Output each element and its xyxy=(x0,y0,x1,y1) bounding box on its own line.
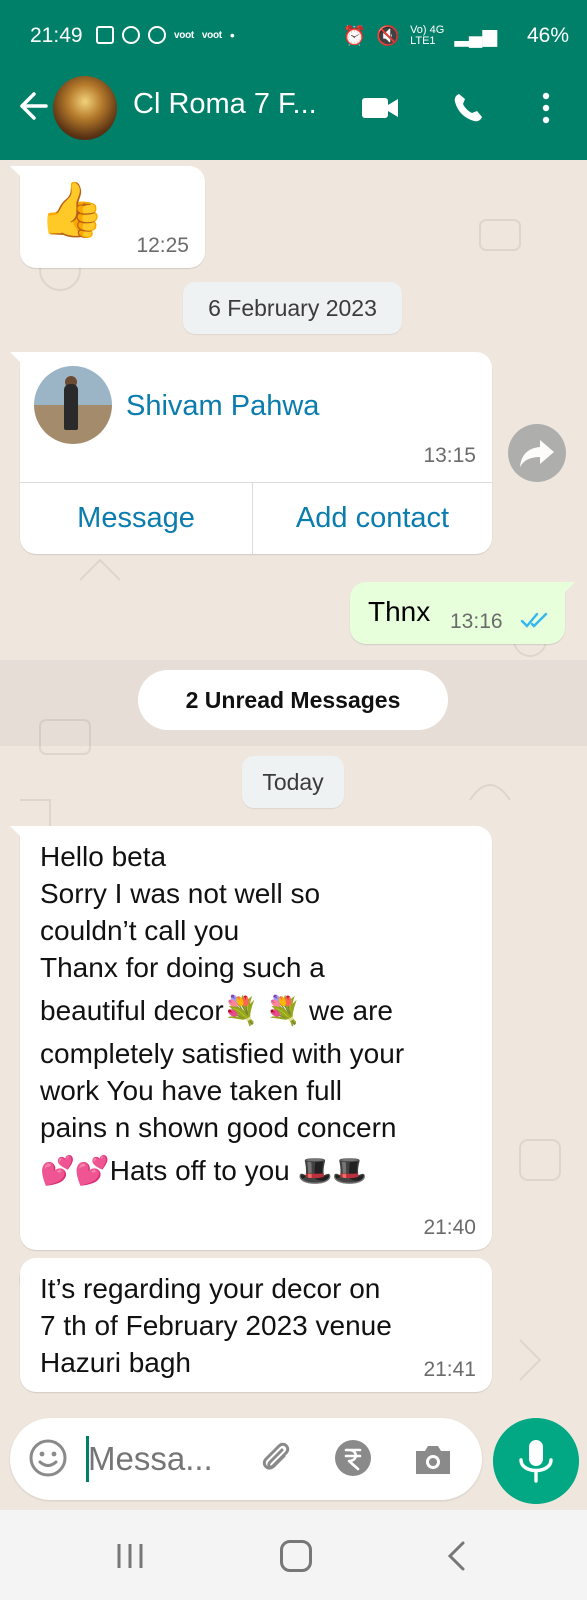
outgoing-message[interactable]: Thnx 13:16 xyxy=(350,582,575,644)
status-bar: 21:49 voot voot • ⏰ 🔇 Vo) 4G LTE1 ▂▄▆ 46… xyxy=(0,0,587,72)
message-contact-button[interactable]: Message xyxy=(20,482,252,554)
emoji-icon[interactable] xyxy=(28,1438,68,1478)
battery-level: 46% xyxy=(526,24,569,47)
notification-icons: voot voot • xyxy=(96,26,235,44)
message-line: Thanx for doing such a xyxy=(40,952,325,983)
mute-icon: 🔇 xyxy=(376,26,401,47)
message-line: 💕💕Hats off to you 🎩🎩 xyxy=(40,1155,368,1186)
system-icons: ⏰ 🔇 Vo) 4G LTE1 ▂▄▆ xyxy=(343,24,497,48)
voot-icon-2: voot xyxy=(201,29,222,41)
message-time: 12:25 xyxy=(136,234,189,257)
incoming-message[interactable]: It’s regarding your decor on 7 th of Feb… xyxy=(20,1258,492,1392)
emoji-message[interactable]: 👍 12:25 xyxy=(10,166,205,268)
status-time: 21:49 xyxy=(30,24,83,47)
avatar-figure xyxy=(64,384,78,430)
gallery-icon xyxy=(96,26,114,44)
snapchat-icon xyxy=(122,26,140,44)
message-line: It’s regarding your decor on xyxy=(40,1273,381,1304)
thumbs-up-emoji: 👍 xyxy=(38,180,106,240)
camera-icon[interactable] xyxy=(412,1440,454,1478)
recent-apps-icon[interactable] xyxy=(115,1542,145,1570)
voice-call-icon[interactable] xyxy=(450,90,486,126)
message-line: couldn’t call you xyxy=(40,915,240,946)
incoming-message[interactable]: Hello beta Sorry I was not well so could… xyxy=(10,826,492,1250)
app-header: 21:49 voot voot • ⏰ 🔇 Vo) 4G LTE1 ▂▄▆ 46… xyxy=(0,0,587,160)
home-icon[interactable] xyxy=(280,1540,312,1572)
payment-icon[interactable] xyxy=(333,1438,373,1478)
back-arrow-icon[interactable] xyxy=(14,88,50,124)
message-line: work You have taken full xyxy=(40,1075,342,1106)
double-check-read-icon xyxy=(520,612,548,628)
chat-area[interactable]: 👍 12:25 6 February 2023 Shivam Pahwa 13:… xyxy=(0,160,587,1500)
add-contact-button[interactable]: Add contact xyxy=(253,482,492,554)
forward-icon[interactable] xyxy=(508,424,566,482)
video-call-icon[interactable] xyxy=(360,94,400,122)
group-avatar[interactable] xyxy=(53,76,117,140)
lte-label: LTE1 xyxy=(410,35,436,47)
message-line: beautiful decor💐 💐 we are xyxy=(40,995,394,1026)
contact-avatar[interactable] xyxy=(34,366,112,444)
chat-title[interactable]: Cl Roma 7 F... xyxy=(133,88,317,121)
message-line: Sorry I was not well so xyxy=(40,878,321,909)
message-composer[interactable] xyxy=(10,1418,482,1500)
message-time: 21:41 xyxy=(423,1358,476,1381)
contact-card[interactable]: Shivam Pahwa 13:15 Message Add contact xyxy=(10,352,492,554)
more-options-icon[interactable] xyxy=(536,90,556,126)
voot-icon: voot xyxy=(174,29,194,41)
message-input[interactable] xyxy=(88,1436,238,1482)
message-text: Hello beta Sorry I was not well so could… xyxy=(40,838,472,1189)
message-text: It’s regarding your decor on 7 th of Feb… xyxy=(40,1270,472,1381)
date-separator: 6 February 2023 xyxy=(183,282,402,334)
microphone-button[interactable] xyxy=(493,1418,579,1504)
signal-icon: ▂▄▆ xyxy=(454,25,497,47)
system-nav-bar xyxy=(0,1510,587,1600)
message-line: completely satisfied with your xyxy=(40,1038,405,1069)
message-line: Hello beta xyxy=(40,841,167,872)
message-line: pains n shown good concern xyxy=(40,1112,397,1143)
message-time: 21:40 xyxy=(423,1216,476,1239)
message-time: 13:16 xyxy=(450,610,503,633)
attach-icon[interactable] xyxy=(256,1438,296,1478)
message-text: Thnx xyxy=(368,596,431,627)
message-line: Hazuri bagh xyxy=(40,1347,191,1378)
message-time: 13:15 xyxy=(423,444,476,467)
alarm-icon: ⏰ xyxy=(342,26,367,47)
dot-icon: • xyxy=(229,27,235,43)
message-line: 7 th of February 2023 venue xyxy=(40,1310,392,1341)
date-separator-today: Today xyxy=(242,756,344,808)
unread-messages-indicator: 2 Unread Messages xyxy=(138,670,448,730)
contact-name[interactable]: Shivam Pahwa xyxy=(126,390,319,423)
messenger-icon xyxy=(148,26,166,44)
nav-back-icon[interactable] xyxy=(445,1540,469,1572)
